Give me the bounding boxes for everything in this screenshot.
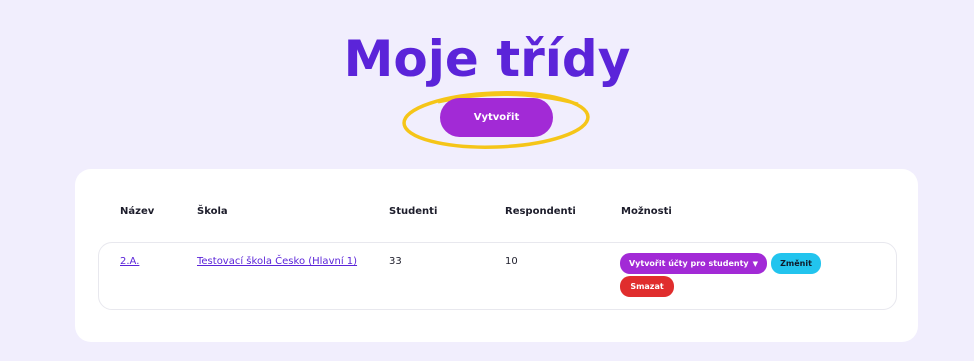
class-name-link[interactable]: 2.A. [120, 256, 139, 267]
table-row [98, 242, 897, 310]
column-header-options: Možnosti [621, 206, 672, 217]
school-link[interactable]: Testovací škola Česko (Hlavní 1) [197, 256, 357, 267]
delete-button[interactable]: Smazat [620, 276, 674, 297]
column-header-name: Název [120, 206, 155, 217]
column-header-students: Studenti [389, 206, 438, 217]
page-title: Moje třídy [343, 30, 631, 88]
create-class-button[interactable]: Vytvořit [440, 98, 553, 137]
class-name-cell: 2.A. [120, 256, 139, 267]
create-student-accounts-label: Vytvořit účty pro studenty [628, 259, 749, 268]
column-header-respondents: Respondenti [505, 206, 576, 217]
caret-down-icon: ▼ [752, 260, 758, 268]
school-cell: Testovací škola Česko (Hlavní 1) [197, 256, 357, 267]
create-student-accounts-dropdown[interactable]: Vytvořit účty pro studenty ▼ [620, 253, 767, 274]
students-count: 33 [389, 256, 402, 267]
respondents-count: 10 [505, 256, 518, 267]
edit-button[interactable]: Změnit [771, 253, 821, 274]
column-header-school: Škola [197, 206, 228, 217]
